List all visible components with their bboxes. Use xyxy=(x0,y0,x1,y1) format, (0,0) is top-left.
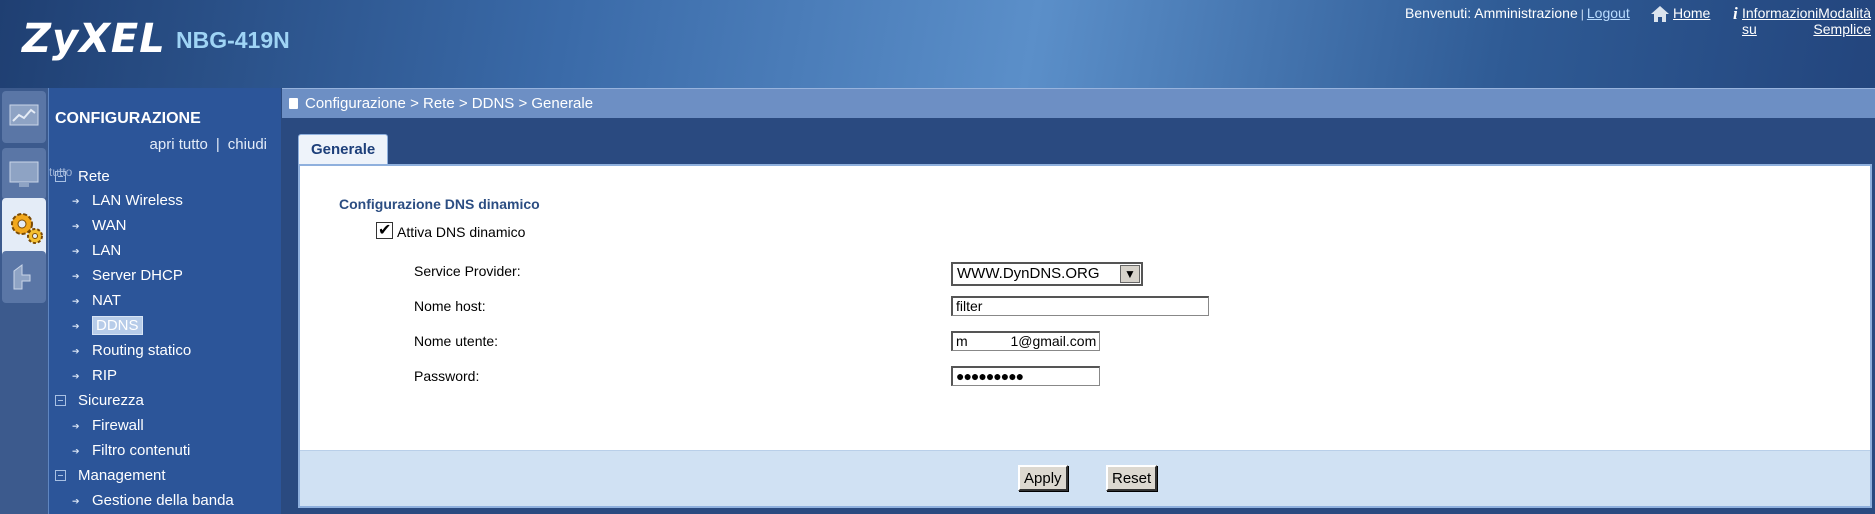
brand-logo: ZyXEL xyxy=(22,16,166,62)
maintenance-icon xyxy=(13,264,31,290)
sidebar-item-label: Filtro contenuti xyxy=(92,442,191,459)
sidebar-item-rip[interactable]: ➔ RIP xyxy=(72,367,117,384)
home-icon[interactable] xyxy=(1650,5,1670,23)
sidebar-item-ddns[interactable]: ➔ DDNS xyxy=(72,316,143,335)
arrow-right-icon: ➔ xyxy=(72,196,80,206)
model-name: NBG-419N xyxy=(176,27,290,53)
collapse-icon[interactable] xyxy=(55,171,66,182)
tab-generale[interactable]: Generale xyxy=(298,134,389,164)
arrow-right-icon: ➔ xyxy=(72,446,80,456)
sidebar-title: CONFIGURAZIONE xyxy=(55,110,201,127)
arrow-right-icon: ➔ xyxy=(72,346,80,356)
sidebar-item-nat[interactable]: ➔ NAT xyxy=(72,292,121,309)
provider-selected-value: WWW.DynDNS.ORG xyxy=(957,265,1100,282)
reset-button[interactable]: Reset xyxy=(1106,465,1158,491)
expand-collapse-links: apri tutto | chiudi xyxy=(150,136,267,153)
maintenance-mode-button[interactable] xyxy=(2,251,46,303)
configuration-mode-button[interactable] xyxy=(2,198,46,258)
separator: | xyxy=(1580,7,1584,21)
sidebar-group-label: Sicurezza xyxy=(78,392,144,409)
service-provider-select[interactable]: WWW.DynDNS.ORG ▼ xyxy=(951,262,1143,286)
sidebar-group-rete[interactable]: Rete xyxy=(55,168,110,185)
sidebar-item-label: NAT xyxy=(92,292,121,309)
enable-ddns-checkbox[interactable] xyxy=(376,220,393,240)
info-icon[interactable]: i xyxy=(1733,4,1738,24)
enable-ddns-row: Attiva DNS dinamico xyxy=(376,220,525,240)
arrow-right-icon: ➔ xyxy=(72,496,80,506)
host-label: Nome host: xyxy=(414,298,486,314)
username-label: Nome utente: xyxy=(414,333,499,349)
sidebar-item-label: Gestione della banda xyxy=(92,492,234,509)
username-input[interactable]: m 1@gmail.com xyxy=(951,331,1100,351)
status-mode-button[interactable] xyxy=(2,91,46,143)
sidebar-item-label: Routing statico xyxy=(92,342,192,359)
sidebar-item-label: WAN xyxy=(92,217,127,234)
provider-label: Service Provider: xyxy=(414,263,521,279)
breadcrumb-bar: Configurazione > Rete > DDNS > Generale xyxy=(282,88,1875,118)
monitor-screen-icon xyxy=(9,161,39,187)
arrow-right-icon: ➔ xyxy=(72,321,80,331)
arrow-right-icon: ➔ xyxy=(72,296,80,306)
sidebar-item-routing-statico[interactable]: ➔ Routing statico xyxy=(72,342,191,359)
action-button-bar: Apply Reset xyxy=(300,450,1870,506)
header-bar: ZyXEL NBG-419N Benvenuti: Amministrazion… xyxy=(0,0,1875,88)
section-title: Configurazione DNS dinamico xyxy=(339,196,540,212)
arrow-right-icon: ➔ xyxy=(72,421,80,431)
welcome-area: Benvenuti: Amministrazione | Logout xyxy=(1405,5,1630,21)
main-content: Configurazione > Rete > DDNS > Generale … xyxy=(282,88,1875,514)
gears-icon xyxy=(11,213,43,244)
password-input[interactable]: ●●●●●●●●● xyxy=(951,366,1100,386)
sidebar-item-lan[interactable]: ➔ LAN xyxy=(72,242,121,259)
monitor-mode-button[interactable] xyxy=(2,148,46,200)
sidebar-item-server-dhcp[interactable]: ➔ Server DHCP xyxy=(72,267,183,284)
sidebar-group-label: Rete xyxy=(78,168,110,185)
sidebar-item-filtro-contenuti[interactable]: ➔ Filtro contenuti xyxy=(72,442,190,459)
collapse-icon[interactable] xyxy=(55,395,66,406)
arrow-right-icon: ➔ xyxy=(72,371,80,381)
collapse-icon[interactable] xyxy=(55,470,66,481)
easy-mode-link[interactable]: Modalità Semplice xyxy=(1796,5,1871,37)
expand-all-link[interactable]: apri tutto xyxy=(150,136,208,153)
arrow-right-icon: ➔ xyxy=(72,271,80,281)
sidebar: CONFIGURAZIONE apri tutto | chiudi tutto R… xyxy=(48,88,281,514)
separator: | xyxy=(215,136,220,153)
welcome-text: Benvenuti: Amministrazione xyxy=(1405,5,1578,21)
sidebar-group-management[interactable]: Management xyxy=(55,467,166,484)
sidebar-item-label: DDNS xyxy=(92,316,143,335)
mode-icon-strip xyxy=(0,88,48,514)
sidebar-item-label: LAN Wireless xyxy=(92,192,183,209)
arrow-right-icon: ➔ xyxy=(72,221,80,231)
sidebar-group-label: Management xyxy=(78,467,166,484)
chevron-down-icon[interactable]: ▼ xyxy=(1120,265,1140,283)
sidebar-item-label: Server DHCP xyxy=(92,267,183,284)
password-label: Password: xyxy=(414,368,480,384)
ddns-settings-panel: Configurazione DNS dinamico Attiva DNS d… xyxy=(298,164,1872,508)
collapse-all-link[interactable]: chiudi xyxy=(228,136,267,153)
sidebar-item-wan[interactable]: ➔ WAN xyxy=(72,217,126,234)
breadcrumb: Configurazione > Rete > DDNS > Generale xyxy=(305,95,594,112)
sidebar-item-label: RIP xyxy=(92,367,118,384)
sidebar-item-label: LAN xyxy=(92,242,122,259)
home-link[interactable]: Home xyxy=(1673,5,1710,21)
arrow-right-icon: ➔ xyxy=(72,246,80,256)
page-icon xyxy=(289,98,298,109)
sidebar-item-label: Firewall xyxy=(92,417,144,434)
sidebar-item-firewall[interactable]: ➔ Firewall xyxy=(72,417,144,434)
sidebar-group-sicurezza[interactable]: Sicurezza xyxy=(55,392,144,409)
sidebar-item-gestione-banda[interactable]: ➔ Gestione della banda xyxy=(72,492,234,509)
logout-link[interactable]: Logout xyxy=(1587,5,1630,21)
sidebar-item-lan-wireless[interactable]: ➔ LAN Wireless xyxy=(72,192,183,209)
enable-ddns-label: Attiva DNS dinamico xyxy=(397,224,526,240)
host-name-input[interactable]: filter xyxy=(951,296,1209,316)
status-monitor-icon xyxy=(9,104,39,126)
apply-button[interactable]: Apply xyxy=(1018,465,1068,491)
